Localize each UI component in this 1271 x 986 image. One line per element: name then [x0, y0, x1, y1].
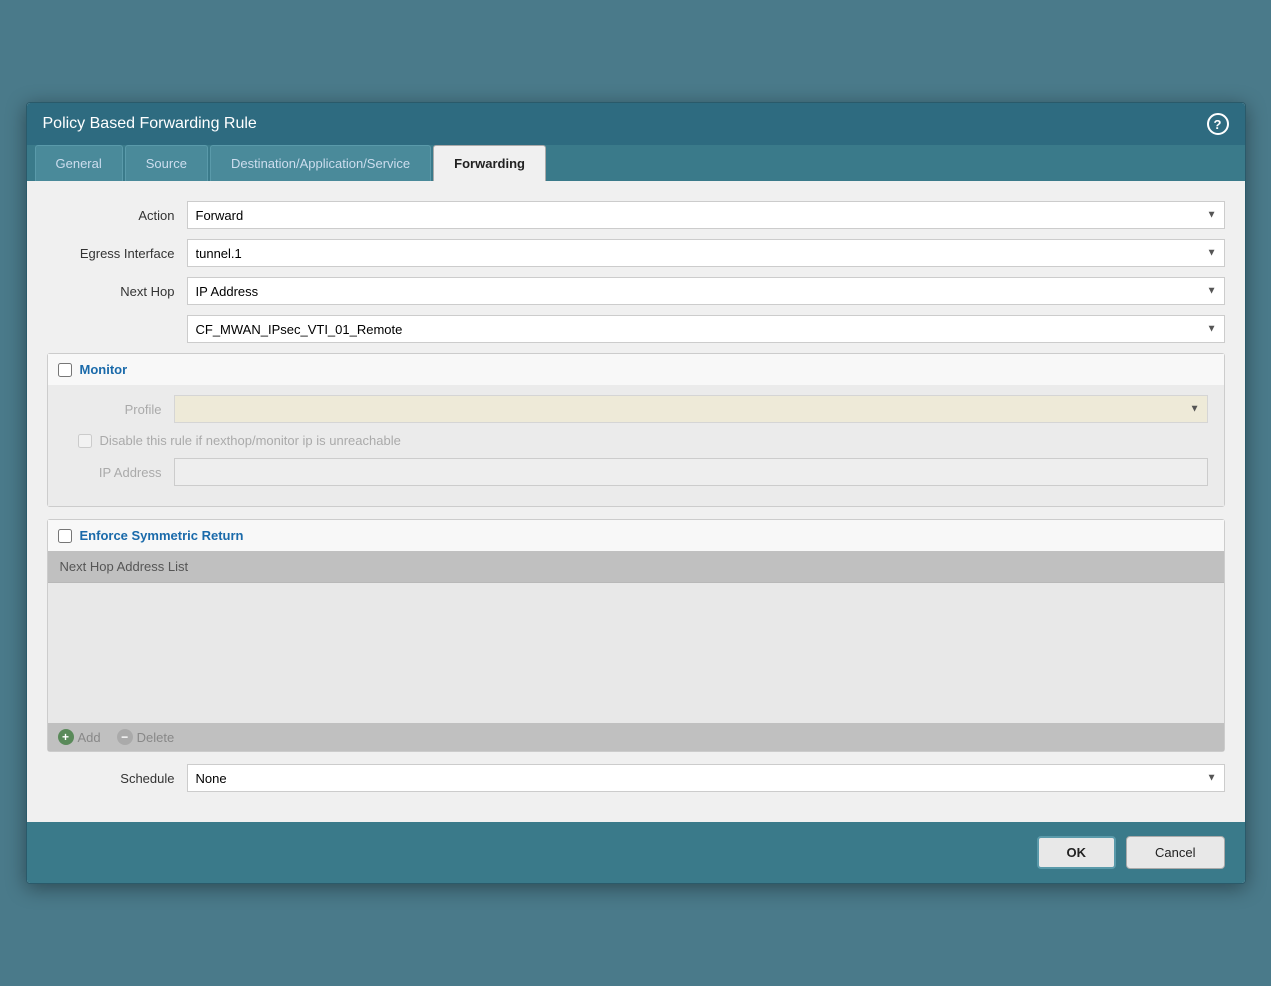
monitor-header: Monitor: [48, 354, 1224, 385]
egress-select[interactable]: tunnel.1: [187, 239, 1225, 267]
delete-icon: −: [117, 729, 133, 745]
tab-destination[interactable]: Destination/Application/Service: [210, 145, 431, 181]
dialog-body: Action Forward Egress Interface tunnel.1…: [27, 181, 1245, 822]
schedule-select-wrapper: None: [187, 764, 1225, 792]
nexthop-sub-select-wrapper: CF_MWAN_IPsec_VTI_01_Remote: [187, 315, 1225, 343]
profile-row: Profile: [64, 395, 1208, 423]
tab-bar: General Source Destination/Application/S…: [27, 145, 1245, 181]
egress-label: Egress Interface: [47, 246, 187, 261]
title-bar: Policy Based Forwarding Rule ?: [27, 103, 1245, 145]
dialog-title: Policy Based Forwarding Rule: [43, 115, 257, 133]
schedule-label: Schedule: [47, 771, 187, 786]
delete-button[interactable]: − Delete: [117, 729, 175, 745]
monitor-title: Monitor: [80, 362, 128, 377]
disable-rule-label: Disable this rule if nexthop/monitor ip …: [100, 433, 401, 448]
egress-select-wrapper: tunnel.1: [187, 239, 1225, 267]
nexthop-row: Next Hop IP Address: [47, 277, 1225, 305]
action-select[interactable]: Forward: [187, 201, 1225, 229]
enforce-checkbox[interactable]: [58, 529, 72, 543]
dialog-footer: OK Cancel: [27, 822, 1245, 883]
nexthop-select[interactable]: IP Address: [187, 277, 1225, 305]
monitor-section: Monitor Profile Disable this rule if nex…: [47, 353, 1225, 507]
disable-rule-checkbox[interactable]: [78, 434, 92, 448]
enforce-section: Enforce Symmetric Return Next Hop Addres…: [47, 519, 1225, 752]
enforce-body: Next Hop Address List + Add − Delete: [48, 551, 1224, 751]
delete-label: Delete: [137, 730, 175, 745]
nexthop-list: [48, 583, 1224, 723]
profile-label: Profile: [64, 402, 174, 417]
ip-address-row: IP Address: [64, 458, 1208, 486]
monitor-content: Profile Disable this rule if nexthop/mon…: [48, 385, 1224, 506]
tab-general[interactable]: General: [35, 145, 123, 181]
profile-select-wrapper: [174, 395, 1208, 423]
ip-address-input[interactable]: [174, 458, 1208, 486]
action-row: Action Forward: [47, 201, 1225, 229]
dialog-container: Policy Based Forwarding Rule ? General S…: [26, 102, 1246, 884]
action-select-wrapper: Forward: [187, 201, 1225, 229]
ip-address-label: IP Address: [64, 465, 174, 480]
add-icon: +: [58, 729, 74, 745]
nexthop-sub-select[interactable]: CF_MWAN_IPsec_VTI_01_Remote: [187, 315, 1225, 343]
add-label: Add: [78, 730, 101, 745]
profile-select[interactable]: [174, 395, 1208, 423]
enforce-header: Enforce Symmetric Return: [48, 520, 1224, 551]
enforce-title: Enforce Symmetric Return: [80, 528, 244, 543]
nexthop-select-wrapper: IP Address: [187, 277, 1225, 305]
help-icon[interactable]: ?: [1207, 113, 1229, 135]
schedule-select[interactable]: None: [187, 764, 1225, 792]
disable-rule-row: Disable this rule if nexthop/monitor ip …: [64, 433, 1208, 448]
nexthop-footer: + Add − Delete: [48, 723, 1224, 751]
tab-source[interactable]: Source: [125, 145, 208, 181]
nexthop-list-header: Next Hop Address List: [48, 551, 1224, 583]
egress-row: Egress Interface tunnel.1: [47, 239, 1225, 267]
action-label: Action: [47, 208, 187, 223]
schedule-row: Schedule None: [47, 764, 1225, 792]
nexthop-sub-row: CF_MWAN_IPsec_VTI_01_Remote: [47, 315, 1225, 343]
add-button[interactable]: + Add: [58, 729, 101, 745]
tab-forwarding[interactable]: Forwarding: [433, 145, 546, 181]
ok-button[interactable]: OK: [1037, 836, 1117, 869]
nexthop-label: Next Hop: [47, 284, 187, 299]
cancel-button[interactable]: Cancel: [1126, 836, 1224, 869]
monitor-checkbox[interactable]: [58, 363, 72, 377]
